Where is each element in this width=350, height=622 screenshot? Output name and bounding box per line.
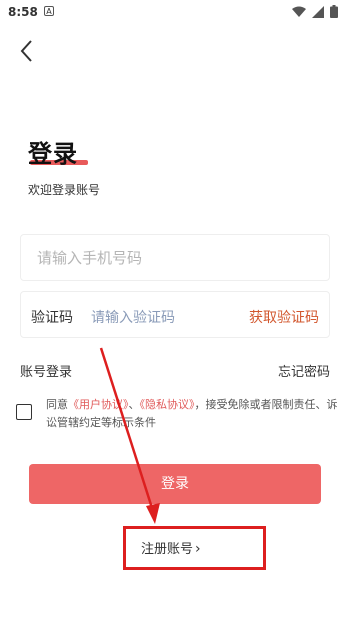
code-field[interactable]: 验证码 请输入验证码 获取验证码 (20, 291, 330, 338)
agree-separator: 、 (128, 398, 140, 411)
agree-prefix: 同意 (46, 398, 68, 411)
phone-input[interactable]: 请输入手机号码 (37, 247, 142, 268)
register-link[interactable]: 注册账号 › (141, 538, 201, 557)
battery-icon (330, 5, 338, 18)
user-agreement-link[interactable]: 《用户协议》 (68, 398, 129, 411)
agreement-checkbox[interactable] (16, 404, 32, 420)
status-time: 8:58 (8, 5, 38, 19)
chevron-left-icon (20, 40, 32, 62)
login-button[interactable]: 登录 (29, 464, 321, 504)
privacy-agreement-link[interactable]: 《隐私协议》 (140, 398, 195, 411)
phone-field[interactable]: 请输入手机号码 (20, 234, 330, 281)
chevron-right-icon: › (195, 541, 201, 557)
agreement-text: 同意《用户协议》、《隐私协议》，接受免除或者限制责任、诉讼管辖约定等标示条件 (46, 396, 340, 432)
title-block: 登录 (28, 134, 88, 169)
signal-icon (312, 5, 324, 18)
status-icons (292, 5, 338, 18)
code-label: 验证码 (31, 310, 73, 326)
account-login-link[interactable]: 账号登录 (20, 361, 72, 380)
get-code-button[interactable]: 获取验证码 (249, 307, 319, 327)
register-label: 注册账号 (141, 542, 194, 557)
status-bar: 8:58 A (0, 0, 350, 24)
notification-icon: A (44, 6, 54, 16)
wifi-icon (292, 6, 306, 17)
code-input[interactable]: 请输入验证码 (91, 307, 175, 327)
page-title: 登录 (28, 140, 78, 168)
forgot-password-link[interactable]: 忘记密码 (278, 361, 330, 380)
back-button[interactable] (16, 38, 40, 66)
page-subtitle: 欢迎登录账号 (28, 183, 101, 197)
